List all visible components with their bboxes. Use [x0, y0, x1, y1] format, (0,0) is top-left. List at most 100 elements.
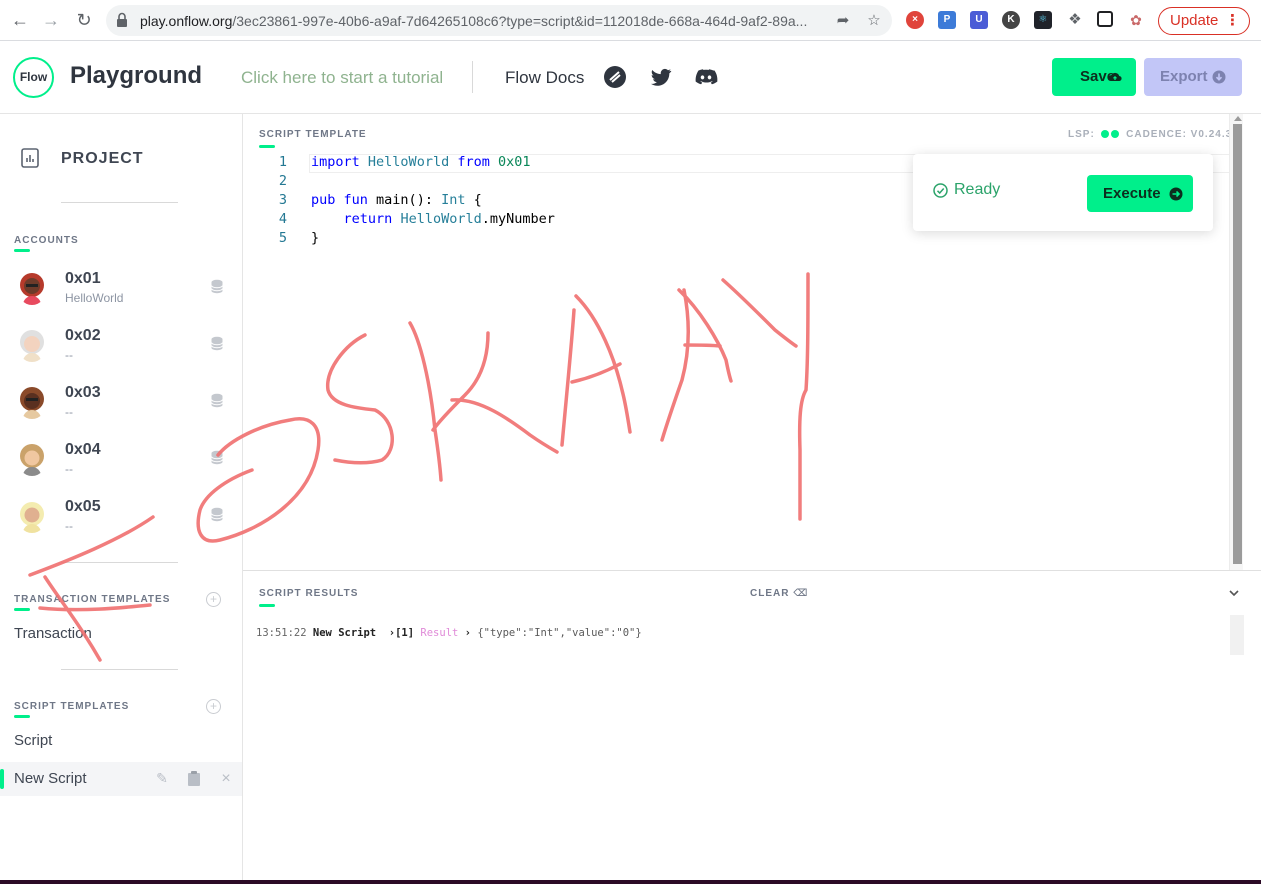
- account-address: 0x03: [65, 384, 101, 401]
- section-underline: [259, 604, 275, 607]
- account-name: --: [65, 348, 73, 362]
- avatar: [20, 330, 44, 362]
- forum-icon[interactable]: [603, 65, 627, 89]
- editor-title: SCRIPT TEMPLATE: [259, 129, 367, 140]
- clear-button[interactable]: CLEAR ⌫: [750, 588, 808, 599]
- avatar: [20, 387, 44, 419]
- extension-red-icon[interactable]: ×: [906, 11, 924, 29]
- account-address: 0x02: [65, 327, 101, 344]
- section-underline: [14, 715, 30, 718]
- twitter-icon[interactable]: [649, 65, 673, 89]
- account-address: 0x01: [65, 270, 101, 287]
- check-circle-icon: [933, 183, 948, 198]
- project-label[interactable]: PROJECT: [61, 150, 144, 168]
- tab-search-icon[interactable]: [1097, 11, 1113, 27]
- section-underline: [14, 249, 30, 252]
- account-item-0x02[interactable]: 0x02 --: [0, 327, 243, 384]
- chevron-down-icon[interactable]: [1228, 587, 1240, 599]
- header-divider: [472, 61, 473, 93]
- save-button[interactable]: Save: [1052, 58, 1136, 96]
- extension-k-icon[interactable]: K: [1002, 11, 1020, 29]
- extension-p-icon[interactable]: P: [938, 11, 956, 29]
- extension-u-icon[interactable]: U: [970, 11, 988, 29]
- execute-button[interactable]: Execute: [1087, 175, 1193, 212]
- flow-logo[interactable]: Flow: [13, 57, 54, 98]
- divider: [61, 202, 178, 203]
- close-icon[interactable]: ×: [219, 771, 233, 787]
- account-item-0x03[interactable]: 0x03 --: [0, 384, 243, 441]
- account-item-0x01[interactable]: 0x01 HelloWorld: [0, 270, 243, 327]
- accounts-title: ACCOUNTS: [14, 235, 79, 246]
- account-name: --: [65, 462, 73, 476]
- share-icon[interactable]: ➦: [834, 12, 852, 30]
- cloud-upload-icon: [1108, 72, 1122, 82]
- log-entry: 13:51:22 New Script ›[1] Result › {"type…: [256, 627, 642, 639]
- section-underline: [259, 145, 275, 148]
- database-icon[interactable]: [211, 507, 223, 522]
- script-item[interactable]: Script: [14, 732, 52, 749]
- add-script-icon[interactable]: +: [206, 699, 221, 714]
- page-title: Playground: [70, 62, 203, 89]
- execute-panel: Ready Execute: [913, 154, 1213, 231]
- extensions-puzzle-icon[interactable]: ❖: [1066, 11, 1084, 29]
- results-scrollbar[interactable]: [1230, 615, 1244, 655]
- tutorial-link[interactable]: Click here to start a tutorial: [241, 68, 443, 88]
- react-devtools-icon[interactable]: ⚛: [1034, 11, 1052, 29]
- reload-icon[interactable]: ↻: [73, 9, 95, 31]
- address-bar[interactable]: play.onflow.org/3ec23861-997e-40b6-a9af-…: [106, 5, 892, 36]
- lock-icon: [117, 12, 127, 27]
- transaction-item[interactable]: Transaction: [14, 625, 92, 642]
- transaction-templates-title: TRANSACTION TEMPLATES: [14, 594, 171, 605]
- menu-dots-icon: ⋮: [1225, 12, 1240, 29]
- avatar: [20, 444, 44, 476]
- status-dot: [1100, 130, 1109, 138]
- app-header: Flow Playground Click here to start a tu…: [0, 41, 1261, 114]
- back-icon[interactable]: ←: [9, 9, 31, 31]
- status-dot: [1110, 130, 1119, 138]
- avatar: [20, 273, 44, 305]
- status-text: Ready: [954, 181, 1001, 198]
- divider: [61, 562, 178, 563]
- database-icon[interactable]: [211, 393, 223, 408]
- edit-icon[interactable]: ✎: [155, 771, 169, 786]
- account-name: --: [65, 405, 73, 419]
- editor-scrollbar[interactable]: [1229, 114, 1243, 570]
- add-transaction-icon[interactable]: +: [206, 592, 221, 607]
- update-button[interactable]: Update ⋮: [1158, 7, 1250, 35]
- active-indicator: [0, 769, 4, 789]
- script-item-active[interactable]: New Script ✎ ×: [0, 762, 242, 796]
- flow-docs-link[interactable]: Flow Docs: [505, 68, 584, 88]
- project-sidebar: PROJECT ACCOUNTS 0x01 HelloWorld 0x02 --…: [0, 114, 243, 884]
- scrollbar-thumb[interactable]: [1233, 124, 1242, 564]
- export-button[interactable]: Export: [1144, 58, 1242, 96]
- browser-toolbar: ← → ↻ play.onflow.org/3ec23861-997e-40b6…: [0, 0, 1261, 41]
- database-icon[interactable]: [211, 279, 223, 294]
- results-title: SCRIPT RESULTS: [259, 588, 359, 599]
- lsp-status: LSP: CADENCE: V0.24.3: [1068, 129, 1233, 140]
- script-item-label: New Script: [14, 770, 87, 787]
- account-item-0x05[interactable]: 0x05 --: [0, 498, 243, 555]
- database-icon[interactable]: [211, 450, 223, 465]
- account-item-0x04[interactable]: 0x04 --: [0, 441, 243, 498]
- eraser-icon: ⌫: [793, 588, 809, 599]
- divider: [61, 669, 178, 670]
- account-name: --: [65, 519, 73, 533]
- download-icon: [1212, 70, 1226, 84]
- project-icon: [21, 148, 39, 168]
- results-panel: SCRIPT RESULTS CLEAR ⌫ 13:51:22 New Scri…: [243, 570, 1261, 884]
- discord-icon[interactable]: [694, 65, 718, 89]
- code-line[interactable]: 5}: [243, 230, 1233, 249]
- star-icon[interactable]: ☆: [865, 12, 883, 30]
- arrow-right-icon: [1169, 187, 1183, 201]
- taskbar-edge: [0, 880, 1261, 884]
- forward-icon[interactable]: →: [40, 9, 62, 31]
- database-icon[interactable]: [211, 336, 223, 351]
- scroll-up-icon[interactable]: [1234, 116, 1242, 121]
- script-templates-title: SCRIPT TEMPLATES: [14, 701, 130, 712]
- clipboard-icon[interactable]: [187, 771, 201, 786]
- avatar: [20, 502, 44, 533]
- account-address: 0x04: [65, 441, 101, 458]
- account-name: HelloWorld: [65, 291, 124, 305]
- section-underline: [14, 608, 30, 611]
- profile-avatar-icon[interactable]: ✿: [1127, 11, 1145, 29]
